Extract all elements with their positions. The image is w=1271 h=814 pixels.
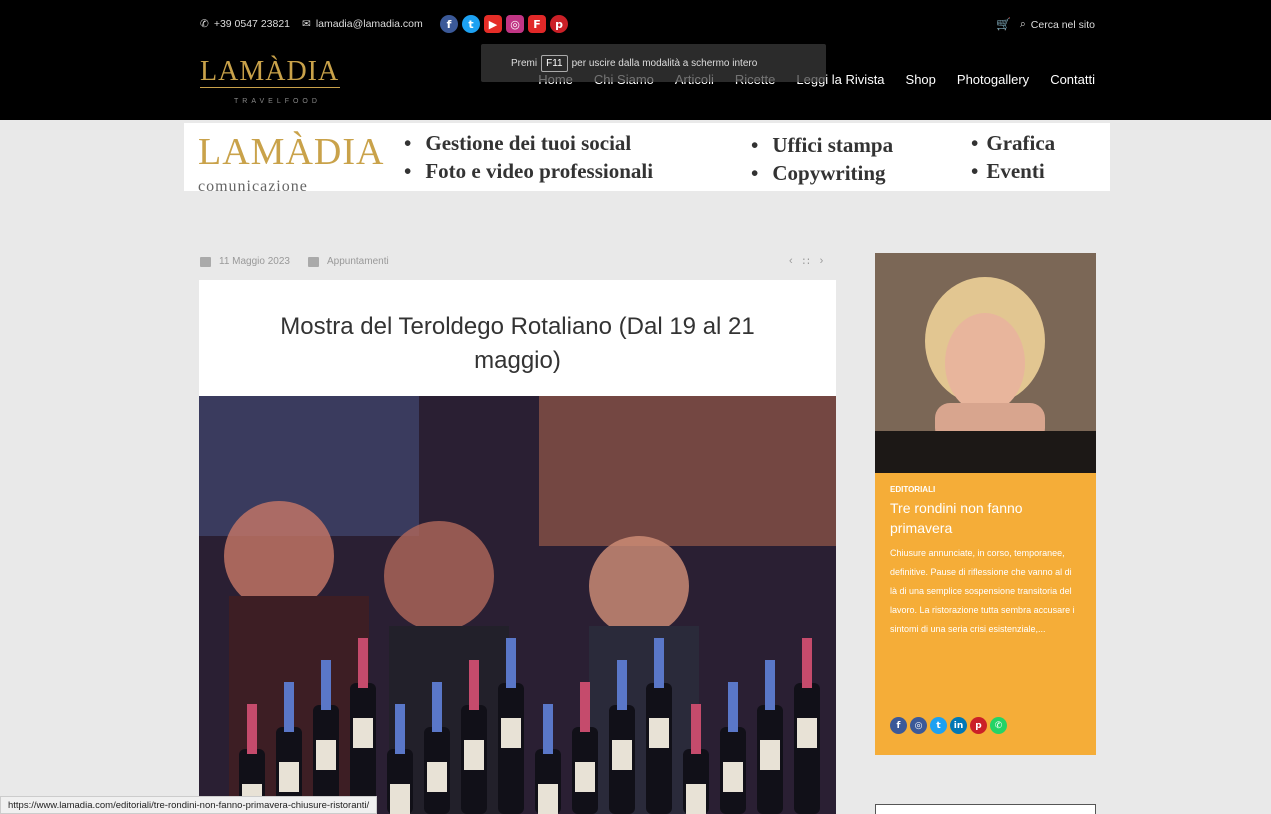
calendar-icon xyxy=(200,256,211,267)
cart-icon[interactable]: 🛒 xyxy=(996,17,1011,31)
article-pagination: ‹ ∷ › xyxy=(789,255,823,268)
logo-text: LAMÀDIA xyxy=(200,56,340,87)
banner-item: Foto e video professionali xyxy=(404,157,653,185)
nav-photogallery[interactable]: Photogallery xyxy=(957,72,1029,87)
editorial-title[interactable]: Tre rondini non fanno primavera xyxy=(890,498,1081,538)
advert-banner[interactable]: LAMÀDIA comunicazione Gestione dei tuoi … xyxy=(184,123,1110,195)
twitter-icon[interactable]: t xyxy=(930,717,947,734)
fullscreen-key: F11 xyxy=(541,54,568,72)
nav-shop[interactable]: Shop xyxy=(906,72,936,87)
banner-logo-text: LAMÀDIA xyxy=(198,131,385,173)
mail-icon: ✉ xyxy=(302,18,311,30)
banner-item: Copywriting xyxy=(751,159,893,187)
site-header: ✆ +39 0547 23821 ✉ lamadia@lamadia.com f… xyxy=(0,0,1271,120)
status-bar-url: https://www.lamadia.com/editoriali/tre-r… xyxy=(0,796,378,814)
facebook-icon[interactable]: f xyxy=(440,15,458,33)
banner-list-3: Grafica Eventi xyxy=(971,129,1055,185)
youtube-icon[interactable]: ▶ xyxy=(484,15,502,33)
prev-article-icon[interactable]: ‹ xyxy=(789,255,793,268)
phone-link[interactable]: ✆ +39 0547 23821 xyxy=(200,18,290,30)
editorial-author-photo xyxy=(875,253,1096,473)
flipboard-icon[interactable]: F xyxy=(528,15,546,33)
editorial-excerpt: Chiusure annunciate, in corso, temporane… xyxy=(890,548,1075,634)
email-text: lamadia@lamadia.com xyxy=(315,18,423,30)
twitter-icon[interactable]: t xyxy=(462,15,480,33)
banner-item: Uffici stampa xyxy=(751,131,893,159)
fullscreen-notice-before: Premi xyxy=(511,57,538,69)
nav-contatti[interactable]: Contatti xyxy=(1050,72,1095,87)
top-bar: ✆ +39 0547 23821 ✉ lamadia@lamadia.com f… xyxy=(200,15,1095,34)
share-buttons: f ◎ t in p ✆ xyxy=(890,717,1007,734)
instagram-icon[interactable]: ◎ xyxy=(910,717,927,734)
folder-icon xyxy=(307,256,319,267)
editorial-category[interactable]: EDITORIALI xyxy=(890,485,1081,494)
search-icon: ⌕ xyxy=(1019,18,1026,30)
facebook-icon[interactable]: f xyxy=(890,717,907,734)
article-header: Mostra del Teroldego Rotaliano (Dal 19 a… xyxy=(199,280,836,396)
banner-item: Eventi xyxy=(971,157,1055,185)
fullscreen-notice-after: per uscire dalla modalità a schermo inte… xyxy=(571,57,758,69)
linkedin-icon[interactable]: in xyxy=(950,717,967,734)
site-logo[interactable]: LAMÀDIA TRAVELFOOD xyxy=(200,56,340,105)
article-hero-image xyxy=(199,396,836,814)
sidebar-widget xyxy=(875,804,1096,814)
banner-logo-subtitle: comunicazione xyxy=(198,178,308,195)
social-links: f t ▶ ◎ Fp xyxy=(440,15,568,33)
banner-list-2: Uffici stampa Copywriting xyxy=(751,131,893,187)
email-link[interactable]: ✉ lamadia@lamadia.com xyxy=(302,18,423,30)
banner-list-1: Gestione dei tuoi social Foto e video pr… xyxy=(404,129,653,185)
article-category[interactable]: Appuntamenti xyxy=(327,256,389,267)
fullscreen-notice: Premi F11 per uscire dalla modalità a sc… xyxy=(481,44,826,82)
logo-subtitle: TRAVELFOOD xyxy=(234,98,321,105)
article-title: Mostra del Teroldego Rotaliano (Dal 19 a… xyxy=(280,313,755,374)
pinterest-icon[interactable]: p xyxy=(970,717,987,734)
phone-icon: ✆ xyxy=(200,18,209,30)
search-label: Cerca nel sito xyxy=(1030,18,1095,31)
pinterest-icon[interactable]: p xyxy=(550,15,568,33)
whatsapp-icon[interactable]: ✆ xyxy=(990,717,1007,734)
article-date: 11 Maggio 2023 xyxy=(219,256,290,267)
next-article-icon[interactable]: › xyxy=(820,255,824,268)
instagram-icon[interactable]: ◎ xyxy=(506,15,524,33)
banner-item: Grafica xyxy=(971,129,1055,157)
banner-logo: LAMÀDIA comunicazione xyxy=(198,131,385,195)
banner-item: Gestione dei tuoi social xyxy=(404,129,653,157)
editorial-card[interactable]: EDITORIALI Tre rondini non fanno primave… xyxy=(875,473,1096,755)
site-search-link[interactable]: ⌕ Cerca nel sito xyxy=(1020,18,1095,31)
phone-text: +39 0547 23821 xyxy=(213,18,291,30)
grid-icon[interactable]: ∷ xyxy=(803,255,810,268)
article-meta: 11 Maggio 2023 Appuntamenti xyxy=(200,256,389,267)
